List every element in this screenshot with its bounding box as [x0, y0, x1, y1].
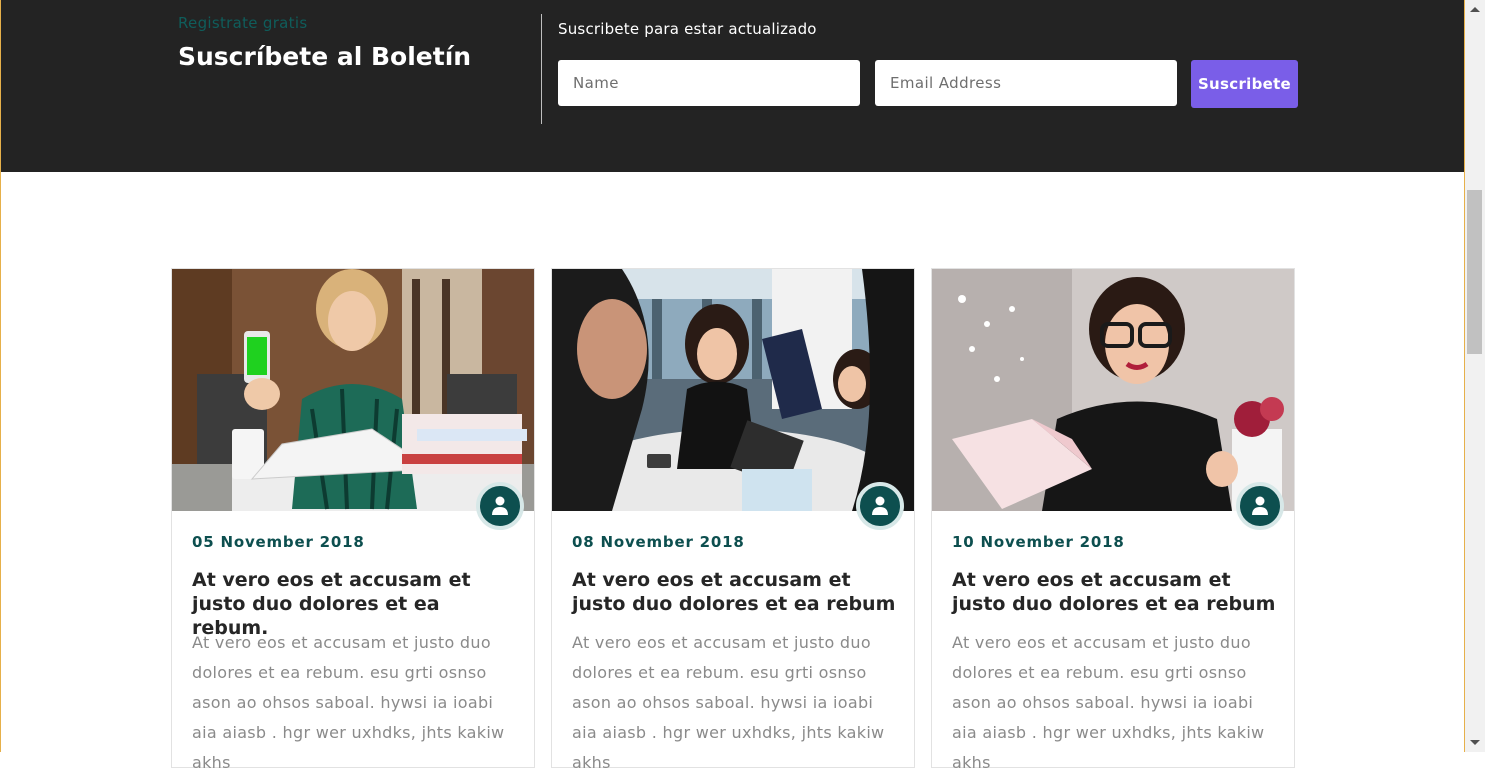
group-meeting-photo[interactable]	[552, 269, 914, 511]
post-excerpt: At vero eos et accusam et justo duo dolo…	[572, 633, 885, 772]
scroll-down-arrow-icon[interactable]	[1470, 740, 1480, 745]
email-input[interactable]	[875, 60, 1177, 106]
post-date: 05 November 2018	[192, 533, 365, 551]
post-title[interactable]: At vero eos et accusam et justo duo dolo…	[572, 568, 902, 616]
post-date: 08 November 2018	[572, 533, 745, 551]
scroll-up-arrow-icon[interactable]	[1470, 7, 1480, 12]
woman-reading-book-photo[interactable]	[932, 269, 1294, 511]
author-badge[interactable]	[476, 482, 524, 530]
student-with-phone-photo[interactable]	[172, 269, 534, 511]
blog-card[interactable]: 10 November 2018 At vero eos et accusam …	[931, 268, 1295, 772]
name-input[interactable]	[558, 60, 860, 106]
post-excerpt: At vero eos et accusam et justo duo dolo…	[192, 633, 505, 772]
author-badge[interactable]	[856, 482, 904, 530]
newsletter-kicker: Registrate gratis	[178, 14, 308, 32]
post-date: 10 November 2018	[952, 533, 1125, 551]
post-title[interactable]: At vero eos et accusam et justo duo dolo…	[952, 568, 1282, 616]
vertical-scrollbar[interactable]	[1465, 0, 1485, 752]
newsletter-divider	[541, 14, 542, 124]
blog-card[interactable]: 08 November 2018 At vero eos et accusam …	[551, 268, 915, 772]
author-badge[interactable]	[1236, 482, 1284, 530]
newsletter-title: Suscríbete al Boletín	[178, 42, 472, 71]
newsletter-section: Registrate gratis Suscríbete al Boletín …	[1, 0, 1465, 172]
user-icon	[1252, 496, 1268, 515]
user-icon	[492, 496, 508, 515]
newsletter-subtitle: Suscribete para estar actualizado	[558, 20, 817, 38]
user-icon	[872, 496, 888, 515]
blog-card[interactable]: 05 November 2018 At vero eos et accusam …	[171, 268, 535, 772]
post-excerpt: At vero eos et accusam et justo duo dolo…	[952, 633, 1265, 772]
scrollbar-thumb[interactable]	[1467, 190, 1482, 354]
subscribe-button[interactable]: Suscribete	[1191, 60, 1298, 108]
